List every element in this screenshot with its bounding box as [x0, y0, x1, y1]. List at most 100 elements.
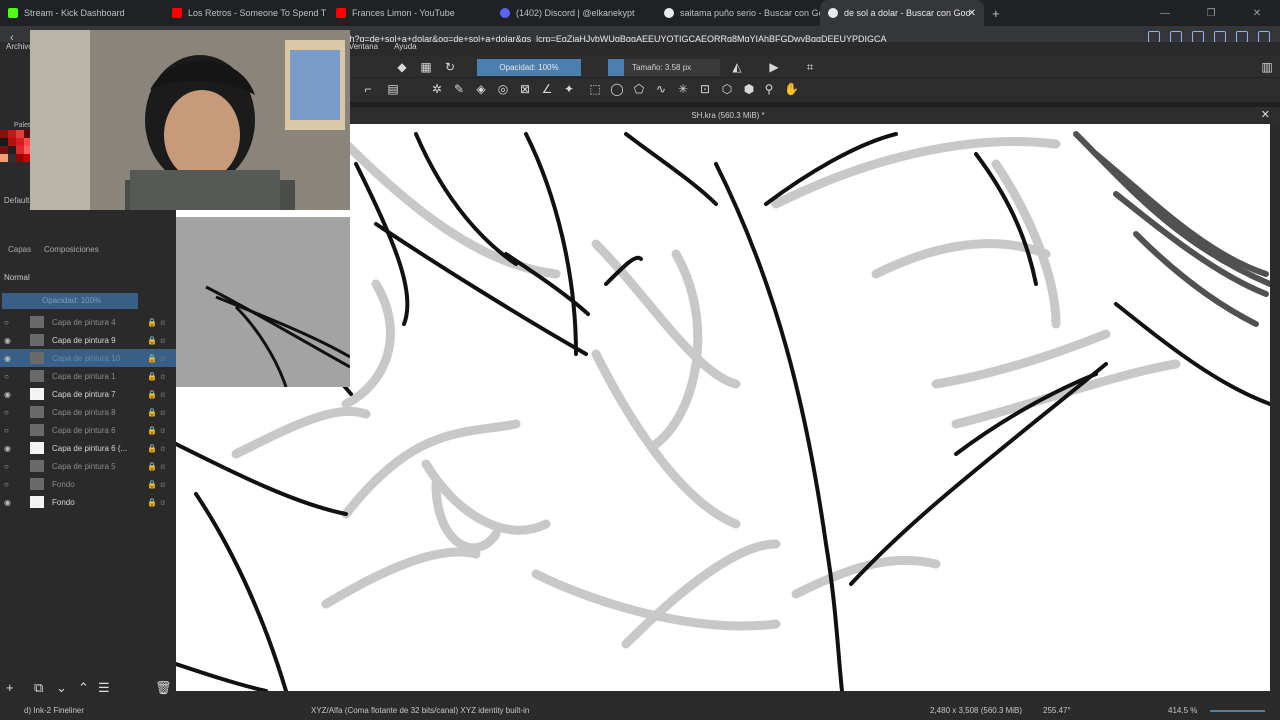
lock-icon[interactable]: 🔒α — [147, 390, 168, 399]
menu-ventana[interactable]: Ventana — [349, 42, 378, 56]
opacity-slider[interactable]: Opacidad: 100% — [477, 59, 581, 76]
visibility-icon[interactable]: ◉ — [4, 354, 14, 363]
new-tab-button[interactable]: + — [992, 6, 1000, 21]
visibility-icon[interactable]: ○ — [4, 408, 14, 417]
tab-composiciones[interactable]: Composiciones — [44, 245, 99, 254]
layer-row[interactable]: ○ Capa de pintura 4 🔒α — [0, 313, 176, 331]
polygon-select-icon[interactable]: ⬠ — [632, 82, 646, 96]
layer-row[interactable]: ○ Capa de pintura 1 🔒α — [0, 367, 176, 385]
visibility-icon[interactable]: ◉ — [4, 498, 14, 507]
horizontal-scrollbar[interactable] — [176, 691, 1280, 701]
rect-select-icon[interactable]: ⬚ — [588, 82, 602, 96]
close-window-icon[interactable]: ✕ — [1234, 8, 1280, 19]
minimize-icon[interactable]: — — [1142, 8, 1188, 19]
crop-tool-icon[interactable]: ⌐ — [361, 82, 375, 96]
blend-mode-select[interactable]: Normal — [0, 273, 176, 287]
menu-archivo[interactable]: Archivo — [6, 42, 33, 56]
layer-row-selected[interactable]: ◉ Capa de pintura 10 🔒α — [0, 349, 176, 367]
visibility-icon[interactable]: ○ — [4, 318, 14, 327]
layer-properties-icon[interactable]: ☰ — [98, 680, 110, 696]
pin-tool-icon[interactable]: ✦ — [562, 82, 576, 96]
eraser-icon[interactable]: ◆ — [395, 60, 409, 74]
add-layer-icon[interactable]: + — [6, 680, 14, 695]
zoom-tool-icon[interactable]: ⚲ — [762, 82, 776, 96]
visibility-icon[interactable]: ◉ — [4, 444, 14, 453]
magnetic-select-icon[interactable]: ⬢ — [742, 82, 756, 96]
visibility-icon[interactable]: ○ — [4, 462, 14, 471]
layer-row[interactable]: ○ Fondo 🔒α — [0, 475, 176, 493]
pan-tool-icon[interactable]: ✋ — [784, 82, 799, 96]
tab-capas[interactable]: Capas — [8, 245, 31, 254]
browser-tab[interactable]: saitama puño serio - Buscar con Goo — [656, 0, 820, 26]
layer-actions: + ⧉ ⌄ ⌃ ☰ 🗑 — [0, 680, 176, 700]
visibility-icon[interactable]: ○ — [4, 480, 14, 489]
maximize-icon[interactable]: ❐ — [1188, 8, 1234, 19]
browser-tab-active[interactable]: de sol a dolar - Buscar con Goo ✕ — [820, 0, 984, 26]
gradient-tool-icon[interactable]: ▤ — [386, 82, 400, 96]
visibility-icon[interactable]: ○ — [4, 426, 14, 435]
visibility-icon[interactable]: ◉ — [4, 336, 14, 345]
lock-icon[interactable]: 🔒α — [147, 354, 168, 363]
lock-icon[interactable]: 🔒α — [147, 426, 168, 435]
smart-patch-icon[interactable]: ✎ — [452, 82, 466, 96]
wrap-icon[interactable]: ⌗ — [803, 60, 817, 74]
layer-row[interactable]: ○ Capa de pintura 8 🔒α — [0, 403, 176, 421]
ellipse-select-icon[interactable]: ◯ — [610, 82, 624, 96]
mirror-horizontal-icon[interactable]: ◭ — [730, 60, 744, 74]
brush-size-slider[interactable]: Tamaño: 3.58 px — [608, 59, 720, 76]
lock-icon[interactable]: 🔒α — [147, 462, 168, 471]
lock-icon[interactable]: 🔒α — [147, 336, 168, 345]
vertical-scrollbar[interactable] — [1270, 124, 1280, 691]
youtube-icon — [336, 8, 346, 18]
overview-preview[interactable] — [176, 217, 350, 387]
kick-icon — [8, 8, 18, 18]
browser-tab[interactable]: Los Retros - Someone To Spend T — [164, 0, 328, 26]
close-document-icon[interactable]: ✕ — [1261, 107, 1270, 124]
visibility-icon[interactable]: ◉ — [4, 390, 14, 399]
move-down-icon[interactable]: ⌄ — [56, 680, 67, 696]
canvas-rotation[interactable]: 255.47° — [1043, 701, 1071, 720]
lock-icon[interactable]: 🔒α — [147, 318, 168, 327]
lock-icon[interactable]: 🔒α — [147, 408, 168, 417]
mirror-vertical-icon[interactable]: ▶ — [767, 60, 781, 74]
reload-preset-icon[interactable]: ↻ — [443, 60, 457, 74]
visibility-icon[interactable]: ○ — [4, 372, 14, 381]
layer-row[interactable]: ◉ Capa de pintura 7 🔒α — [0, 385, 176, 403]
layer-row[interactable]: ◉ Fondo 🔒α — [0, 493, 176, 511]
preview-thumbnail — [205, 285, 350, 387]
lock-icon[interactable]: 🔒α — [147, 444, 168, 453]
layer-opacity-slider[interactable]: Opacidad: 100% — [2, 293, 138, 309]
angle-tool-icon[interactable]: ∠ — [540, 82, 554, 96]
move-up-icon[interactable]: ⌃ — [78, 680, 89, 696]
browser-tab[interactable]: (1402) Discord | @elkanekypt — [492, 0, 656, 26]
similar-select-icon[interactable]: ⊡ — [698, 82, 712, 96]
assistant-tool-icon[interactable]: ◎ — [496, 82, 510, 96]
duplicate-layer-icon[interactable]: ⧉ — [34, 680, 43, 696]
lock-icon[interactable]: 🔒α — [147, 372, 168, 381]
delete-layer-icon[interactable]: 🗑 — [155, 680, 172, 696]
color-palette[interactable] — [0, 130, 32, 180]
browser-tab[interactable]: Stream - Kick Dashboard — [0, 0, 164, 26]
panels-icon[interactable]: ▥ — [1260, 60, 1274, 74]
lock-icon[interactable]: 🔒α — [147, 480, 168, 489]
zoom-slider[interactable] — [1210, 710, 1265, 712]
browser-tab[interactable]: Frances Limon - YouTube — [328, 0, 492, 26]
zoom-level[interactable]: 414.5 % — [1168, 701, 1197, 720]
multibrush-icon[interactable]: ✲ — [430, 82, 444, 96]
fill-tool-icon[interactable]: ◈ — [474, 82, 488, 96]
layer-name: Fondo — [52, 479, 75, 489]
menu-ayuda[interactable]: Ayuda — [394, 42, 417, 56]
magic-wand-icon[interactable]: ✳ — [676, 82, 690, 96]
freehand-select-icon[interactable]: ∿ — [654, 82, 668, 96]
alpha-lock-icon[interactable]: ▦ — [419, 60, 433, 74]
close-tab-icon[interactable]: ✕ — [968, 8, 976, 19]
layer-row[interactable]: ◉ Capa de pintura 9 🔒α — [0, 331, 176, 349]
brush-preset-name[interactable]: d) Ink-2 Fineliner — [24, 701, 84, 720]
measure-tool-icon[interactable]: ⊠ — [518, 82, 532, 96]
layer-row[interactable]: ◉ Capa de pintura 6 (... 🔒α — [0, 439, 176, 457]
layer-row[interactable]: ○ Capa de pintura 5 🔒α — [0, 457, 176, 475]
bezier-select-icon[interactable]: ⬡ — [720, 82, 734, 96]
lock-icon[interactable]: 🔒α — [147, 498, 168, 507]
layer-row[interactable]: ○ Capa de pintura 6 🔒α — [0, 421, 176, 439]
tab-title: Stream - Kick Dashboard — [24, 8, 125, 18]
